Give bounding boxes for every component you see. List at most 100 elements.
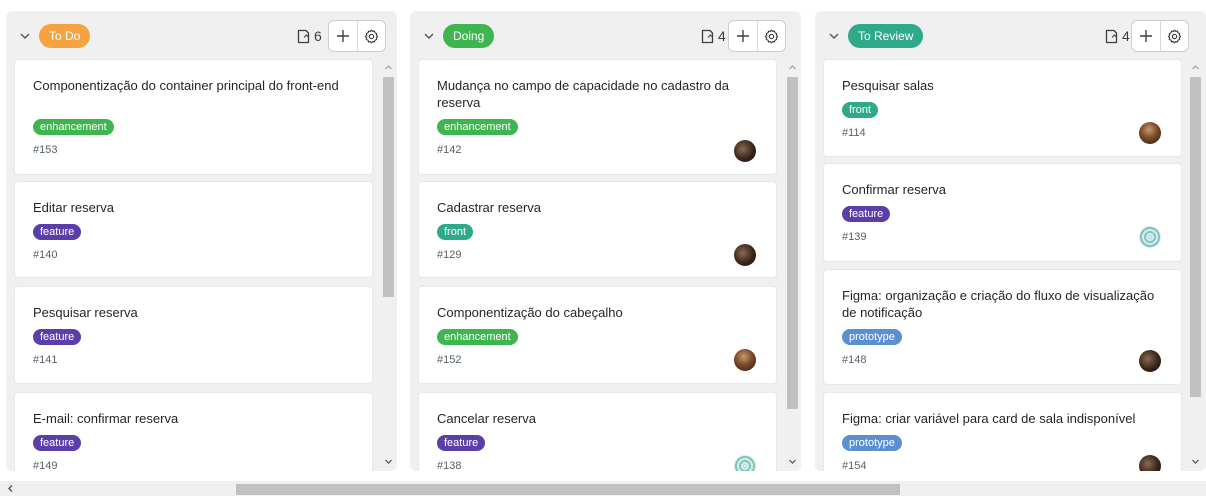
issue-number[interactable]: #142 <box>437 144 461 156</box>
card-title: Componentização do container principal d… <box>33 78 339 93</box>
card-title: Figma: criar variável para card de sala … <box>842 411 1136 426</box>
issue-number[interactable]: #138 <box>437 460 461 471</box>
card-title: Cancelar reserva <box>437 411 536 426</box>
column-header: Doing 4 <box>410 11 801 61</box>
card-title: Pesquisar reserva <box>33 305 138 320</box>
plus-icon <box>336 30 349 42</box>
column-actions <box>1131 20 1189 52</box>
scroll-thumb[interactable] <box>787 77 798 409</box>
label-tag[interactable]: prototype <box>842 329 902 345</box>
chevron-down-icon[interactable] <box>384 457 393 466</box>
card-title: Mudança no campo de capacidade no cadast… <box>437 78 729 110</box>
label-tag[interactable]: feature <box>437 435 486 451</box>
issue-card[interactable]: Cadastrar reserva front #129 <box>419 182 776 277</box>
chevron-up-icon[interactable] <box>788 63 797 72</box>
label-tag[interactable]: enhancement <box>33 119 114 135</box>
card-count-value: 6 <box>314 28 322 44</box>
label-tag[interactable]: enhancement <box>437 119 518 135</box>
card-title: Componentização do cabeçalho <box>437 305 623 320</box>
scroll-thumb[interactable] <box>236 484 900 495</box>
chevron-up-icon[interactable] <box>384 63 393 72</box>
column-header: To Do 6 <box>6 11 397 61</box>
assignee-avatar[interactable] <box>734 244 756 266</box>
horizontal-scrollbar[interactable] <box>0 481 1206 496</box>
assignee-avatar[interactable] <box>1139 122 1161 144</box>
label-tag[interactable]: feature <box>33 435 82 451</box>
card-count-icon <box>1105 29 1118 43</box>
label-tag[interactable]: front <box>437 224 474 240</box>
card-title: Confirmar reserva <box>842 182 947 197</box>
issue-number[interactable]: #139 <box>842 231 866 243</box>
column-settings-button[interactable] <box>356 21 385 51</box>
chevron-down-icon[interactable] <box>423 30 435 42</box>
label-tag[interactable]: front <box>842 102 879 118</box>
issue-card[interactable]: Pesquisar salas front #114 <box>824 60 1181 156</box>
issue-number[interactable]: #148 <box>842 354 866 366</box>
column-label: Doing <box>443 24 495 48</box>
issue-card[interactable]: Cancelar reserva feature #138 <box>419 393 776 471</box>
issue-card[interactable]: Componentização do container principal d… <box>15 60 372 174</box>
issue-number[interactable]: #141 <box>33 354 57 366</box>
plus-icon <box>1139 30 1152 42</box>
issue-number[interactable]: #114 <box>842 127 866 139</box>
card-count: 6 <box>297 27 322 45</box>
add-card-button[interactable] <box>329 21 357 51</box>
issue-number[interactable]: #152 <box>437 354 461 366</box>
assignee-avatar[interactable] <box>734 140 756 162</box>
issue-card[interactable]: E-mail: confirmar reserva feature #149 <box>15 393 372 471</box>
column-settings-button[interactable] <box>1159 21 1188 51</box>
label-tag[interactable]: feature <box>842 206 891 222</box>
issue-number[interactable]: #153 <box>33 144 57 156</box>
column-settings-button[interactable] <box>756 21 785 51</box>
vertical-scrollbar[interactable] <box>1187 61 1204 471</box>
chevron-down-icon[interactable] <box>19 30 31 42</box>
issue-card[interactable]: Editar reserva feature #140 <box>15 182 372 277</box>
column-to-do: To Do 6 Componentização do container pri… <box>6 11 397 471</box>
assignee-avatar[interactable] <box>734 455 756 471</box>
chevron-down-icon[interactable] <box>788 457 797 466</box>
vertical-scrollbar[interactable] <box>380 61 397 471</box>
gear-icon <box>764 29 779 43</box>
scroll-thumb[interactable] <box>1190 77 1201 397</box>
add-card-button[interactable] <box>1132 21 1160 51</box>
card-title: E-mail: confirmar reserva <box>33 411 179 426</box>
chevron-up-icon[interactable] <box>1191 63 1200 72</box>
plus-icon <box>736 30 749 42</box>
card-title: Figma: organização e criação do fluxo de… <box>842 288 1155 320</box>
issue-number[interactable]: #140 <box>33 249 57 261</box>
column-label: To Do <box>39 24 91 48</box>
column-header: To Review 4 <box>815 11 1206 61</box>
vertical-scrollbar[interactable] <box>784 61 801 471</box>
assignee-avatar[interactable] <box>734 349 756 371</box>
chevron-down-icon[interactable] <box>828 30 840 42</box>
card-count-value: 4 <box>718 28 726 44</box>
assignee-avatar[interactable] <box>1139 226 1161 248</box>
card-count-value: 4 <box>1122 28 1130 44</box>
add-card-button[interactable] <box>729 21 757 51</box>
chevron-left-icon[interactable] <box>6 484 15 493</box>
issue-card[interactable]: Pesquisar reserva feature #141 <box>15 287 372 383</box>
card-count: 4 <box>701 27 726 45</box>
issue-card[interactable]: Figma: organização e criação do fluxo de… <box>824 270 1181 384</box>
assignee-avatar[interactable] <box>1139 455 1161 471</box>
issue-number[interactable]: #154 <box>842 460 866 471</box>
issue-card[interactable]: Mudança no campo de capacidade no cadast… <box>419 60 776 174</box>
column-to-review: To Review 4 Pesquisar salas front #114 C… <box>815 11 1206 471</box>
column-doing: Doing 4 Mudança no campo de capacidade n… <box>410 11 801 471</box>
assignee-avatar[interactable] <box>1139 350 1161 372</box>
card-title: Cadastrar reserva <box>437 200 542 215</box>
card-count-icon <box>701 29 714 43</box>
label-tag[interactable]: feature <box>33 329 82 345</box>
chevron-down-icon[interactable] <box>1191 457 1200 466</box>
scroll-thumb[interactable] <box>383 77 394 297</box>
gear-icon <box>1167 29 1182 43</box>
issue-card[interactable]: Componentização do cabeçalho enhancement… <box>419 287 776 383</box>
card-title: Pesquisar salas <box>842 78 934 93</box>
label-tag[interactable]: enhancement <box>437 329 518 345</box>
issue-card[interactable]: Figma: criar variável para card de sala … <box>824 393 1181 471</box>
label-tag[interactable]: feature <box>33 224 82 240</box>
issue-number[interactable]: #129 <box>437 249 461 261</box>
label-tag[interactable]: prototype <box>842 435 902 451</box>
issue-number[interactable]: #149 <box>33 460 57 471</box>
issue-card[interactable]: Confirmar reserva feature #139 <box>824 164 1181 261</box>
